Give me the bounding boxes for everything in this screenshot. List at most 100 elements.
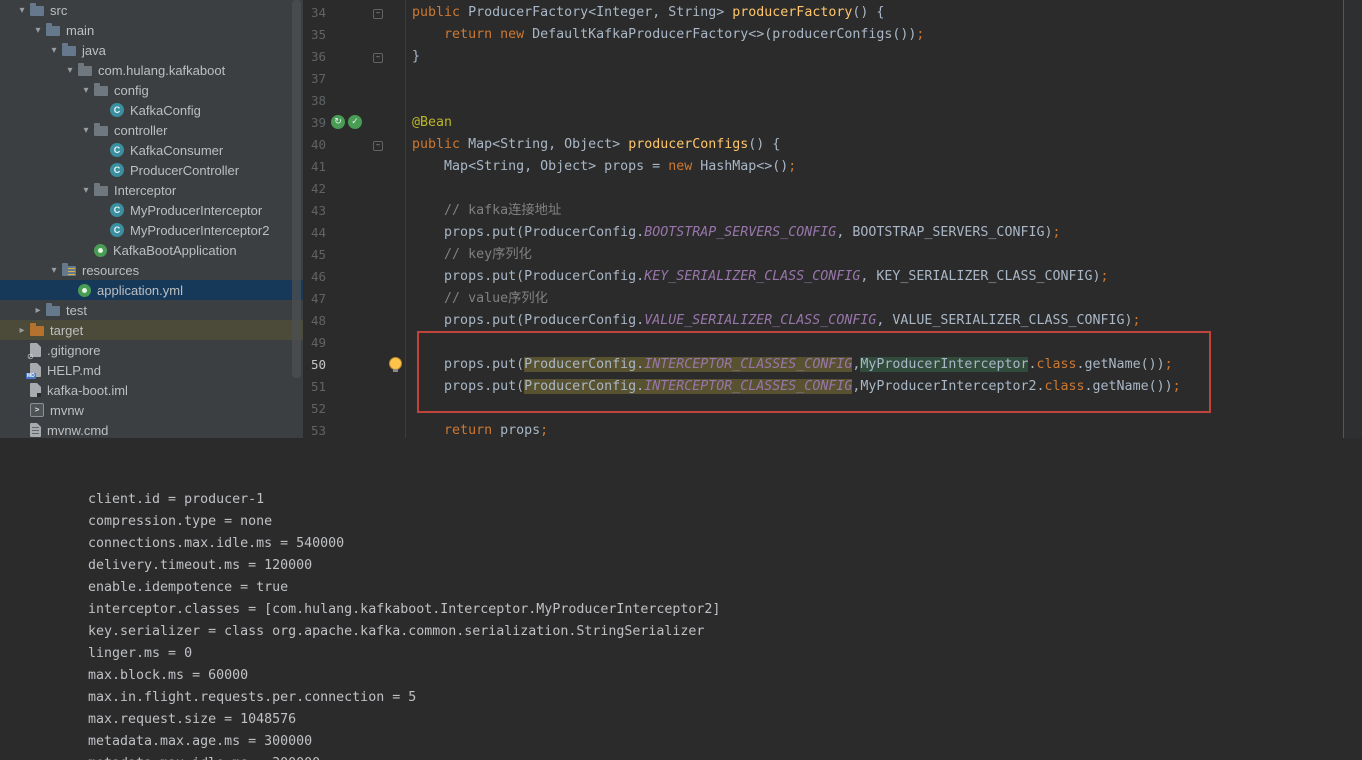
chevron-open-icon[interactable]: ▾ — [14, 5, 30, 16]
tree-item-test[interactable]: ▸ test — [0, 300, 303, 320]
line-number: 50 — [310, 357, 326, 372]
tree-item--gitignore[interactable]: .gitignore — [0, 340, 303, 362]
tree-item-myproducerinterceptor[interactable]: C MyProducerInterceptor — [0, 200, 303, 220]
tree-scrollbar[interactable] — [292, 0, 301, 378]
line-number: 36 — [310, 49, 326, 64]
tree-item-resources[interactable]: ▾ resources — [0, 260, 303, 280]
tree-item-label: MyProducerInterceptor2 — [130, 222, 270, 238]
line-number: 49 — [310, 335, 326, 350]
exec-icon: > — [30, 403, 44, 417]
tree-item-label: application.yml — [97, 282, 183, 298]
tree-item-com-hulang-kafkaboot[interactable]: ▾ com.hulang.kafkaboot — [0, 60, 303, 80]
iml-file-icon — [30, 383, 41, 397]
gitignore-file-icon — [27, 343, 41, 361]
chevron-open-icon[interactable]: ▾ — [46, 265, 62, 276]
tree-item-label: resources — [82, 262, 140, 278]
target-folder-icon — [30, 323, 44, 336]
tree-item-interceptor[interactable]: ▾ Interceptor — [0, 180, 303, 200]
line-number: 35 — [310, 27, 326, 42]
tree-item-mvnw-cmd[interactable]: mvnw.cmd — [0, 420, 303, 438]
console-line: metadata.max.idle.ms = 300000 — [88, 753, 320, 760]
console-line: compression.type = none — [88, 514, 273, 529]
line-number: 51 — [310, 379, 326, 394]
class-icon: C — [110, 103, 124, 117]
tree-item-label: MyProducerInterceptor — [130, 202, 263, 218]
folder-icon — [62, 43, 76, 56]
tree-item-mvnw[interactable]: > mvnw — [0, 400, 303, 420]
code-line-43: // kafka连接地址 — [444, 203, 562, 218]
package-icon — [78, 63, 92, 76]
tree-item-label: ProducerController — [130, 162, 240, 178]
tree-item-kafkaconfig[interactable]: C KafkaConfig — [0, 100, 303, 120]
class-icon: C — [110, 223, 124, 237]
console-line: enable.idempotence = true — [88, 580, 289, 595]
tree-item-label: .gitignore — [47, 342, 101, 358]
code-line-44: props.put(ProducerConfig.BOOTSTRAP_SERVE… — [444, 225, 1061, 240]
line-number: 42 — [310, 181, 326, 196]
tree-item-myproducerinterceptor2[interactable]: C MyProducerInterceptor2 — [0, 220, 303, 240]
chevron-open-icon[interactable]: ▾ — [78, 85, 94, 96]
tree-item-controller[interactable]: ▾ controller — [0, 120, 303, 140]
console-line: max.block.ms = 60000 — [88, 668, 249, 683]
tree-item-label: mvnw — [50, 402, 84, 418]
tree-item-label: KafkaBootApplication — [113, 242, 237, 258]
code-line-45: // key序列化 — [444, 247, 532, 262]
tree-item-label: kafka-boot.iml — [47, 382, 128, 398]
line-number: 41 — [310, 159, 326, 174]
tree-item-java[interactable]: ▾ java — [0, 40, 303, 60]
line-number: 39 — [310, 115, 326, 130]
line-number: 52 — [310, 401, 326, 416]
tree-item-label: mvnw.cmd — [47, 422, 109, 438]
chevron-open-icon[interactable]: ▾ — [30, 25, 46, 36]
tree-item-help-md[interactable]: HELP.md — [0, 360, 303, 380]
tree-item-label: config — [114, 82, 149, 98]
console-line: client.id = producer-1 — [88, 492, 265, 507]
tree-item-config[interactable]: ▾ config — [0, 80, 303, 100]
line-number: 34 — [310, 5, 326, 20]
chevron-closed-icon[interactable]: ▸ — [30, 305, 46, 316]
code-line-46: props.put(ProducerConfig.KEY_SERIALIZER_… — [444, 269, 1109, 284]
console-line: key.serializer = class org.apache.kafka.… — [88, 624, 705, 639]
package-icon — [94, 123, 108, 136]
chevron-open-icon[interactable]: ▾ — [78, 125, 94, 136]
console-line: linger.ms = 0 — [88, 646, 193, 661]
chevron-open-icon[interactable]: ▾ — [78, 185, 94, 196]
tree-item-label: java — [82, 42, 106, 58]
tree-item-application-yml[interactable]: application.yml — [0, 280, 303, 300]
line-number: 37 — [310, 71, 326, 86]
code-line-41: Map<String, Object> props = new HashMap<… — [444, 159, 797, 174]
ide-window: ▾ src ▾ main ▾ java ▾ com.hulang.kafkaboot ▾ conf… — [0, 0, 1362, 760]
editor-annotation-box — [417, 331, 1211, 413]
tree-item-main[interactable]: ▾ main — [0, 20, 303, 40]
spring-bean-icon[interactable]: ✓ — [348, 115, 362, 129]
line-number: 43 — [310, 203, 326, 218]
folder-icon — [46, 303, 60, 316]
line-number: 47 — [310, 291, 326, 306]
tree-item-src[interactable]: ▾ src — [0, 0, 303, 20]
tree-item-label: test — [66, 302, 87, 318]
console-line: max.request.size = 1048576 — [88, 712, 297, 727]
console-line: max.in.flight.requests.per.connection = … — [88, 690, 417, 705]
folder-icon — [46, 23, 60, 36]
tree-item-label: KafkaConfig — [130, 102, 201, 118]
code-line-48: props.put(ProducerConfig.VALUE_SERIALIZE… — [444, 313, 1141, 328]
chevron-closed-icon[interactable]: ▸ — [14, 325, 30, 336]
console-line: metadata.max.age.ms = 300000 — [88, 734, 313, 749]
spring-icon — [94, 243, 107, 257]
tree-item-kafkabootapplication[interactable]: KafkaBootApplication — [0, 240, 303, 260]
class-icon: C — [110, 203, 124, 217]
chevron-open-icon[interactable]: ▾ — [46, 45, 62, 56]
tree-item-kafka-boot-iml[interactable]: kafka-boot.iml — [0, 380, 303, 400]
class-icon: C — [110, 143, 124, 157]
bean-refresh-icon[interactable]: ↻ — [331, 115, 345, 129]
resources-folder-icon — [62, 263, 76, 276]
code-line-36: } — [412, 49, 421, 64]
tree-item-target[interactable]: ▸ target — [0, 320, 303, 340]
code-editor[interactable]: 34−35 36−37 38 39 ↻ ✓ 40−41 42 43 44 45 46 47 48 49 50 5… — [303, 0, 1362, 438]
text-file-icon — [30, 423, 41, 437]
code-line-40: public Map<String, Object> producerConfi… — [412, 137, 781, 152]
console-line: connections.max.idle.ms = 540000 — [88, 536, 345, 551]
tree-item-producercontroller[interactable]: C ProducerController — [0, 160, 303, 180]
chevron-open-icon[interactable]: ▾ — [62, 65, 78, 76]
tree-item-kafkaconsumer[interactable]: C KafkaConsumer — [0, 140, 303, 160]
